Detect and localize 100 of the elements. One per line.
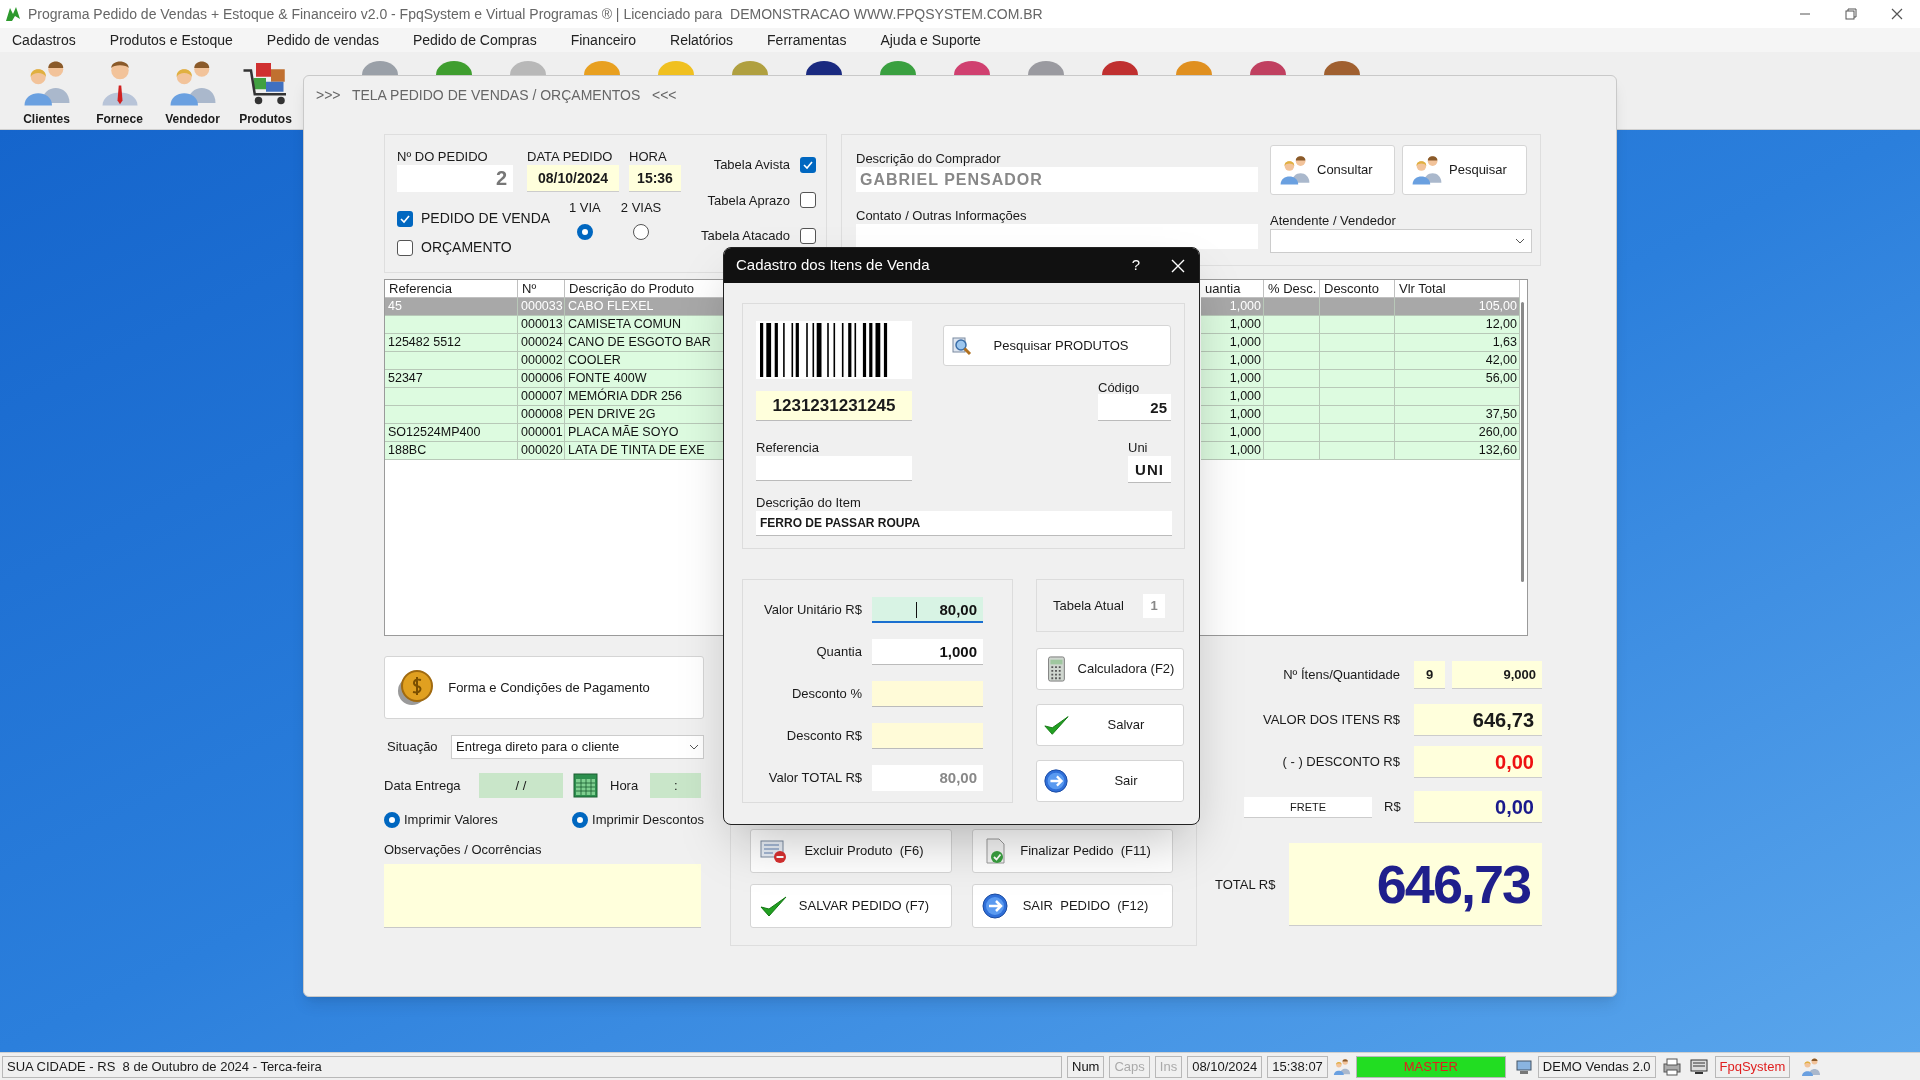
field-label: Atendente / Vendedor — [1270, 212, 1397, 229]
delivery-date-field[interactable]: / / — [479, 773, 563, 798]
table-cell — [1264, 316, 1320, 334]
field-label: TOTAL R$ — [1215, 875, 1277, 894]
notes-field[interactable] — [384, 864, 701, 928]
table-cell: 1,000 — [1201, 298, 1264, 316]
menu-item[interactable]: Financeiro — [570, 29, 636, 51]
dialog-button[interactable]: Salvar — [1036, 704, 1184, 746]
help-button[interactable]: ? — [1121, 254, 1151, 277]
unit-field[interactable]: UNI — [1128, 456, 1171, 483]
users-icon[interactable] — [1801, 1056, 1822, 1077]
text-cursor — [916, 602, 917, 618]
field-label: Código — [1098, 379, 1141, 394]
value-field[interactable]: 80,00 — [872, 765, 983, 791]
table-cell: 000024 — [518, 334, 565, 352]
table-cell: 52347 — [385, 370, 518, 388]
checkbox[interactable] — [800, 227, 816, 244]
scrollbar[interactable] — [1521, 302, 1524, 582]
app-logo-icon — [4, 5, 22, 23]
menu-item[interactable]: Pedido de Compras — [412, 29, 537, 51]
value-field[interactable]: 1,000 — [872, 639, 983, 665]
radio-button[interactable] — [572, 812, 589, 828]
checkbox-label: Tabela Avista — [713, 156, 790, 174]
printer-icon[interactable] — [1660, 1055, 1683, 1078]
menu-item[interactable]: Cadastros — [12, 29, 76, 51]
dialog-button[interactable]: Sair — [1036, 760, 1184, 802]
radio-button[interactable] — [384, 812, 400, 828]
reference-field[interactable] — [756, 456, 912, 481]
field-label: Descrição do Item — [756, 494, 862, 511]
table-cell: 000002 — [518, 352, 565, 370]
items-value-field: 646,73 — [1414, 704, 1542, 736]
payment-conditions-button[interactable]: Forma e Condições de Pagamento — [384, 656, 704, 719]
search-products-button[interactable]: Pesquisar PRODUTOS — [943, 325, 1171, 366]
toolbar-button[interactable]: Produtos — [229, 52, 302, 128]
check-icon — [400, 213, 410, 224]
value-field[interactable]: 80,00 — [872, 597, 983, 623]
checkbox[interactable] — [397, 210, 413, 227]
value-field[interactable] — [872, 681, 983, 707]
checkbox[interactable] — [397, 239, 413, 256]
search-button[interactable]: Pesquisar — [1402, 145, 1527, 195]
table-cell: 1,63 — [1395, 334, 1520, 352]
order-time-field[interactable]: 15:36 — [629, 165, 681, 192]
radio-button[interactable] — [633, 223, 650, 240]
menu-item[interactable]: Ajuda e Suporte — [880, 29, 981, 51]
table-cell: LATA DE TINTA DE EXE — [565, 442, 725, 460]
item-description-field[interactable]: FERRO DE PASSAR ROUPA — [756, 511, 1172, 536]
barcode-field[interactable]: 1231231231245 — [756, 391, 912, 421]
toolbar-button[interactable]: Fornece — [83, 52, 156, 128]
action-button[interactable]: SALVAR PEDIDO (F7) — [750, 884, 952, 928]
table-cell: 000020 — [518, 442, 565, 460]
check-icon — [803, 159, 813, 170]
field-label: DATA PEDIDO — [527, 148, 614, 165]
checkbox[interactable] — [800, 156, 816, 173]
order-number-field[interactable]: 2 — [397, 165, 513, 192]
buyer-name-field[interactable]: GABRIEL PENSADOR — [856, 167, 1258, 192]
screen-heading: >>> TELA PEDIDO DE VENDAS / ORÇAMENTOS <<< — [316, 85, 677, 105]
freight-field[interactable]: FRETE — [1244, 796, 1372, 818]
table-cell — [1264, 352, 1320, 370]
toolbar-button[interactable]: Vendedor — [156, 52, 229, 128]
status-product: DEMO Vendas 2.0 — [1537, 1055, 1656, 1078]
table-cell — [1264, 388, 1320, 406]
checkbox[interactable] — [800, 192, 816, 209]
table-cell: COOLER — [565, 352, 725, 370]
table-cell: CAMISETA COMUN — [565, 316, 725, 334]
people-icon — [1411, 154, 1443, 186]
table-cell: MEMÓRIA DDR 256 — [565, 388, 725, 406]
list-minus-icon — [759, 837, 787, 865]
action-button[interactable]: SAIR PEDIDO (F12) — [972, 884, 1173, 928]
table-cell: 000008 — [518, 406, 565, 424]
table-cell: 260,00 — [1395, 424, 1520, 442]
field-label: Desconto R$ — [785, 727, 863, 746]
radio-button[interactable] — [576, 223, 593, 240]
people-icon — [1279, 154, 1311, 186]
currency-label: R$ — [1384, 798, 1400, 817]
menu-item[interactable]: Ferramentas — [767, 29, 847, 51]
consult-button[interactable]: Consultar — [1270, 145, 1395, 195]
delivery-time-field[interactable]: : — [650, 773, 702, 798]
action-button[interactable]: Finalizar Pedido (F11) — [972, 829, 1173, 873]
field-label: Data Entrega — [384, 776, 462, 795]
arrow-right-circle-icon — [981, 892, 1009, 920]
table-cell: 56,00 — [1395, 370, 1520, 388]
discount-field: 0,00 — [1414, 746, 1542, 778]
contact-field[interactable] — [856, 224, 1258, 249]
order-date-field[interactable]: 08/10/2024 — [527, 165, 619, 192]
close-icon[interactable] — [1171, 258, 1185, 273]
value-field[interactable] — [872, 723, 983, 749]
calendar-icon[interactable] — [573, 773, 598, 798]
menu-item[interactable]: Pedido de vendas — [266, 29, 379, 51]
table-cell: CANO DE ESGOTO BAR — [565, 334, 725, 352]
table-cell: 1,000 — [1201, 424, 1264, 442]
toolbar-button[interactable]: Clientes — [10, 52, 83, 128]
menu-item[interactable]: Produtos e Estoque — [109, 29, 233, 51]
menu-item[interactable]: Relatórios — [670, 29, 734, 51]
field-label: ( - ) DESCONTO R$ — [1281, 753, 1400, 772]
code-field[interactable]: 25 — [1098, 394, 1171, 421]
coin-icon — [395, 667, 435, 708]
action-button[interactable]: Excluir Produto (F6) — [750, 829, 952, 873]
dialog-button[interactable]: Calculadora (F2) — [1036, 648, 1184, 690]
field-label: Valor Unitário R$ — [762, 601, 863, 620]
situation-dropdown[interactable]: Entrega direto para o cliente — [451, 735, 704, 759]
